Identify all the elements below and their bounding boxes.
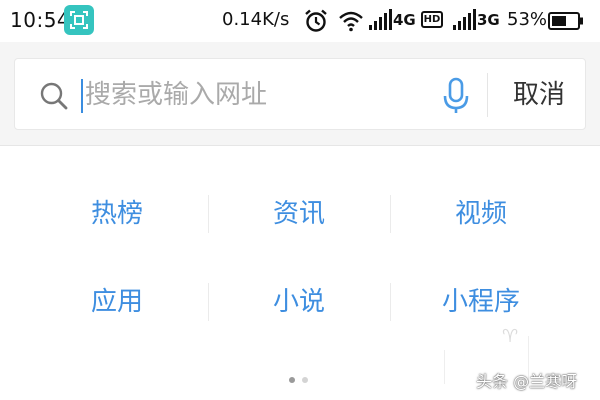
- text-cursor: [81, 79, 83, 113]
- decorative-glyph-icon: ♈: [502, 326, 519, 347]
- pager-dot-active[interactable]: [289, 377, 295, 383]
- grid-divider: [208, 283, 209, 321]
- hd-icon: HD: [421, 11, 443, 28]
- signal-icon: [452, 8, 476, 36]
- battery-icon: [548, 12, 584, 34]
- network-type-label: 4G: [393, 11, 416, 29]
- status-bar: 10:54 0.14K/s 4G HD 3G 53%: [0, 0, 600, 42]
- category-news[interactable]: 资讯: [208, 184, 390, 244]
- category-video[interactable]: 视频: [390, 184, 572, 244]
- category-hot-list[interactable]: 热榜: [26, 184, 208, 244]
- search-area: 取消: [0, 42, 600, 146]
- network-type-label: 3G: [477, 11, 500, 29]
- wifi-icon: [338, 10, 364, 36]
- cancel-button[interactable]: 取消: [491, 59, 587, 131]
- signal-icon: [368, 8, 392, 36]
- status-time: 10:54: [10, 8, 71, 32]
- category-grid: 热榜 资讯 视频 应用 小说 小程序: [0, 168, 600, 348]
- alarm-icon: [303, 8, 329, 38]
- search-box[interactable]: 取消: [14, 58, 586, 130]
- battery-percentage: 53%: [507, 9, 548, 30]
- search-input[interactable]: [85, 73, 425, 117]
- grid-divider: [390, 283, 391, 321]
- category-novels[interactable]: 小说: [208, 272, 390, 332]
- screenshot-icon[interactable]: [64, 5, 94, 35]
- watermark: 头条 @兰寒呀: [476, 372, 578, 391]
- search-icon: [39, 81, 69, 115]
- category-apps[interactable]: 应用: [26, 272, 208, 332]
- decorative-line: [444, 350, 445, 384]
- network-speed: 0.14K/s: [222, 9, 290, 30]
- microphone-icon[interactable]: [443, 77, 469, 119]
- category-mini-programs[interactable]: 小程序: [390, 272, 572, 332]
- grid-divider: [390, 195, 391, 233]
- grid-divider: [208, 195, 209, 233]
- search-divider: [487, 73, 488, 117]
- pager-dot[interactable]: [302, 377, 308, 383]
